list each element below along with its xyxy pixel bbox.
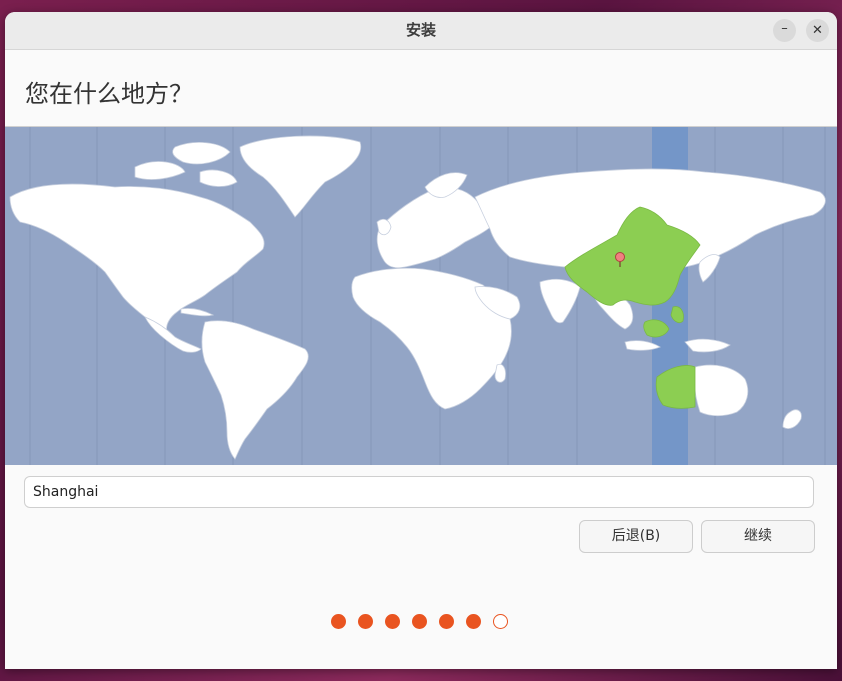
progress-dot-filled <box>412 614 427 629</box>
close-button[interactable]: ✕ <box>806 19 829 42</box>
minimize-button[interactable]: – <box>773 19 796 42</box>
progress-dot-filled <box>385 614 400 629</box>
world-map-graphic <box>9 127 826 465</box>
page-heading: 您在什么地方？ <box>25 80 193 108</box>
progress-dot-filled <box>466 614 481 629</box>
continue-button[interactable]: 继续 <box>701 520 815 553</box>
close-icon: ✕ <box>812 23 823 38</box>
progress-dot-current <box>493 614 508 629</box>
minimize-icon: – <box>781 21 788 36</box>
installer-window: 安装 – ✕ 您在什么地方？ Shanghai 后退(B) 继续 <box>5 12 837 669</box>
landmasses <box>9 135 826 460</box>
progress-dot-filled <box>439 614 454 629</box>
progress-dot-filled <box>331 614 346 629</box>
progress-dots <box>331 614 508 629</box>
window-title: 安装 <box>405 21 436 39</box>
progress-dot-filled <box>358 614 373 629</box>
timezone-map[interactable] <box>5 126 837 465</box>
back-button[interactable]: 后退(B) <box>579 520 693 553</box>
timezone-input[interactable] <box>24 476 814 508</box>
title-bar: 安装 – ✕ <box>5 12 837 50</box>
